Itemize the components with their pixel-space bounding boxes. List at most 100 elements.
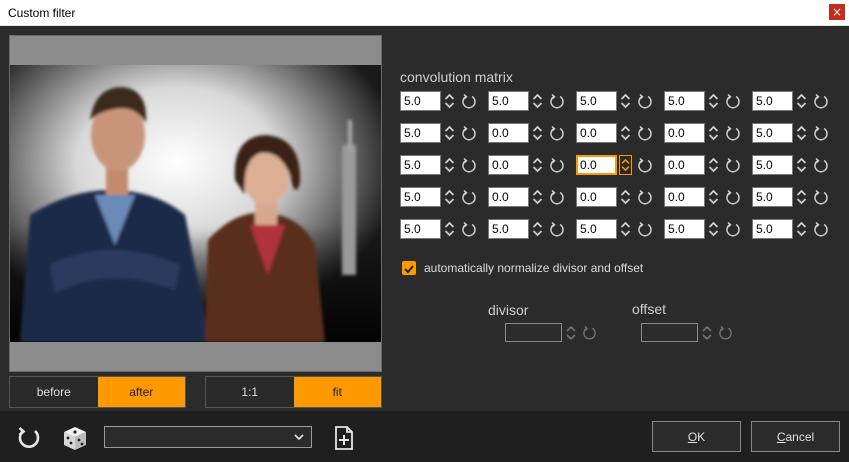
normalize-checkbox[interactable] <box>402 261 416 275</box>
matrix-cell-input[interactable]: 5.0 <box>400 187 441 207</box>
preset-select[interactable] <box>104 426 312 448</box>
reset-icon[interactable] <box>637 221 653 237</box>
matrix-cell-input[interactable]: 5.0 <box>400 91 441 111</box>
after-button[interactable]: after <box>97 377 185 407</box>
spin-up-down-icon[interactable] <box>443 220 456 238</box>
reset-icon[interactable] <box>725 221 741 237</box>
spin-up-down-icon[interactable] <box>619 124 632 142</box>
spin-up-down-icon[interactable] <box>619 92 632 110</box>
spin-up-down-icon[interactable] <box>443 188 456 206</box>
reset-icon[interactable] <box>813 93 829 109</box>
reset-icon[interactable] <box>637 125 653 141</box>
reset-icon[interactable] <box>718 325 733 340</box>
matrix-cell: 5.0 <box>400 123 488 143</box>
matrix-cell: 0.0 <box>576 155 664 175</box>
ok-button[interactable]: OK <box>652 421 741 452</box>
before-button[interactable]: before <box>10 377 98 407</box>
spin-up-down-icon[interactable] <box>795 188 808 206</box>
matrix-cell-input[interactable]: 5.0 <box>400 123 441 143</box>
spin-up-down-icon[interactable] <box>531 220 544 238</box>
spin-up-down-icon[interactable] <box>701 324 713 342</box>
matrix-cell-input[interactable]: 0.0 <box>576 187 617 207</box>
matrix-cell-input[interactable]: 5.0 <box>488 91 529 111</box>
spin-up-down-icon[interactable] <box>707 188 720 206</box>
reset-icon[interactable] <box>813 189 829 205</box>
spin-up-down-icon[interactable] <box>443 156 456 174</box>
spin-up-down-icon[interactable] <box>443 92 456 110</box>
spin-up-down-icon[interactable] <box>619 155 632 175</box>
spin-up-down-icon[interactable] <box>707 92 720 110</box>
matrix-cell-input[interactable]: 5.0 <box>664 219 705 239</box>
reset-icon[interactable] <box>725 157 741 173</box>
matrix-cell-input[interactable]: 0.0 <box>576 155 617 175</box>
spin-up-down-icon[interactable] <box>443 124 456 142</box>
matrix-cell-input[interactable]: 5.0 <box>488 219 529 239</box>
reset-icon[interactable] <box>725 125 741 141</box>
reset-icon[interactable] <box>549 189 565 205</box>
reset-icon[interactable] <box>461 93 477 109</box>
add-file-icon[interactable] <box>330 424 358 452</box>
reset-icon[interactable] <box>549 157 565 173</box>
matrix-cell: 5.0 <box>400 219 488 239</box>
reset-icon[interactable] <box>461 221 477 237</box>
matrix-cell-input[interactable]: 5.0 <box>400 219 441 239</box>
matrix-cell-input[interactable]: 5.0 <box>752 155 793 175</box>
reset-icon[interactable] <box>813 157 829 173</box>
matrix-cell-input[interactable]: 5.0 <box>752 187 793 207</box>
reset-icon[interactable] <box>813 125 829 141</box>
reset-icon[interactable] <box>461 189 477 205</box>
matrix-cell-input[interactable]: 0.0 <box>488 155 529 175</box>
reset-icon[interactable] <box>637 157 653 173</box>
reset-icon[interactable] <box>813 221 829 237</box>
reset-icon[interactable] <box>725 189 741 205</box>
zoom-1to1-button[interactable]: 1:1 <box>206 377 294 407</box>
reset-icon[interactable] <box>549 93 565 109</box>
spin-up-down-icon[interactable] <box>795 124 808 142</box>
spin-up-down-icon[interactable] <box>531 124 544 142</box>
matrix-cell: 5.0 <box>664 91 752 111</box>
matrix-cell-input[interactable]: 5.0 <box>752 219 793 239</box>
spin-up-down-icon[interactable] <box>565 324 577 342</box>
divisor-input[interactable] <box>505 323 562 342</box>
spin-up-down-icon[interactable] <box>795 220 808 238</box>
spin-up-down-icon[interactable] <box>531 92 544 110</box>
matrix-cell-input[interactable]: 5.0 <box>752 123 793 143</box>
matrix-cell-input[interactable]: 5.0 <box>664 91 705 111</box>
matrix-cell: 5.0 <box>400 187 488 207</box>
reset-icon[interactable] <box>637 189 653 205</box>
reset-icon[interactable] <box>725 93 741 109</box>
refresh-icon[interactable] <box>15 424 43 452</box>
close-icon[interactable]: × <box>829 4 845 20</box>
dice-icon[interactable] <box>61 424 89 452</box>
reset-icon[interactable] <box>549 221 565 237</box>
spin-up-down-icon[interactable] <box>619 188 632 206</box>
preview-panel <box>9 35 382 372</box>
zoom-fit-button[interactable]: fit <box>293 377 381 407</box>
matrix-cell-input[interactable]: 5.0 <box>752 91 793 111</box>
reset-icon[interactable] <box>549 125 565 141</box>
cancel-button[interactable]: Cancel <box>751 421 840 452</box>
offset-input[interactable] <box>641 323 698 342</box>
matrix-cell-input[interactable]: 0.0 <box>488 187 529 207</box>
reset-icon[interactable] <box>461 157 477 173</box>
spin-up-down-icon[interactable] <box>619 220 632 238</box>
reset-icon[interactable] <box>582 325 597 340</box>
matrix-cell-input[interactable]: 0.0 <box>664 155 705 175</box>
matrix-cell-input[interactable]: 5.0 <box>400 155 441 175</box>
spin-up-down-icon[interactable] <box>707 124 720 142</box>
spin-up-down-icon[interactable] <box>707 156 720 174</box>
reset-icon[interactable] <box>637 93 653 109</box>
spin-up-down-icon[interactable] <box>531 156 544 174</box>
matrix-cell-input[interactable]: 5.0 <box>576 91 617 111</box>
reset-icon[interactable] <box>461 125 477 141</box>
spin-up-down-icon[interactable] <box>707 220 720 238</box>
matrix-cell-input[interactable]: 0.0 <box>664 187 705 207</box>
spin-up-down-icon[interactable] <box>795 92 808 110</box>
matrix-cell-input[interactable]: 5.0 <box>576 219 617 239</box>
spin-up-down-icon[interactable] <box>531 188 544 206</box>
spin-up-down-icon[interactable] <box>795 156 808 174</box>
matrix-cell-input[interactable]: 0.0 <box>576 123 617 143</box>
matrix-cell-input[interactable]: 0.0 <box>488 123 529 143</box>
matrix-cell-input[interactable]: 0.0 <box>664 123 705 143</box>
normalize-label: automatically normalize divisor and offs… <box>424 261 644 275</box>
